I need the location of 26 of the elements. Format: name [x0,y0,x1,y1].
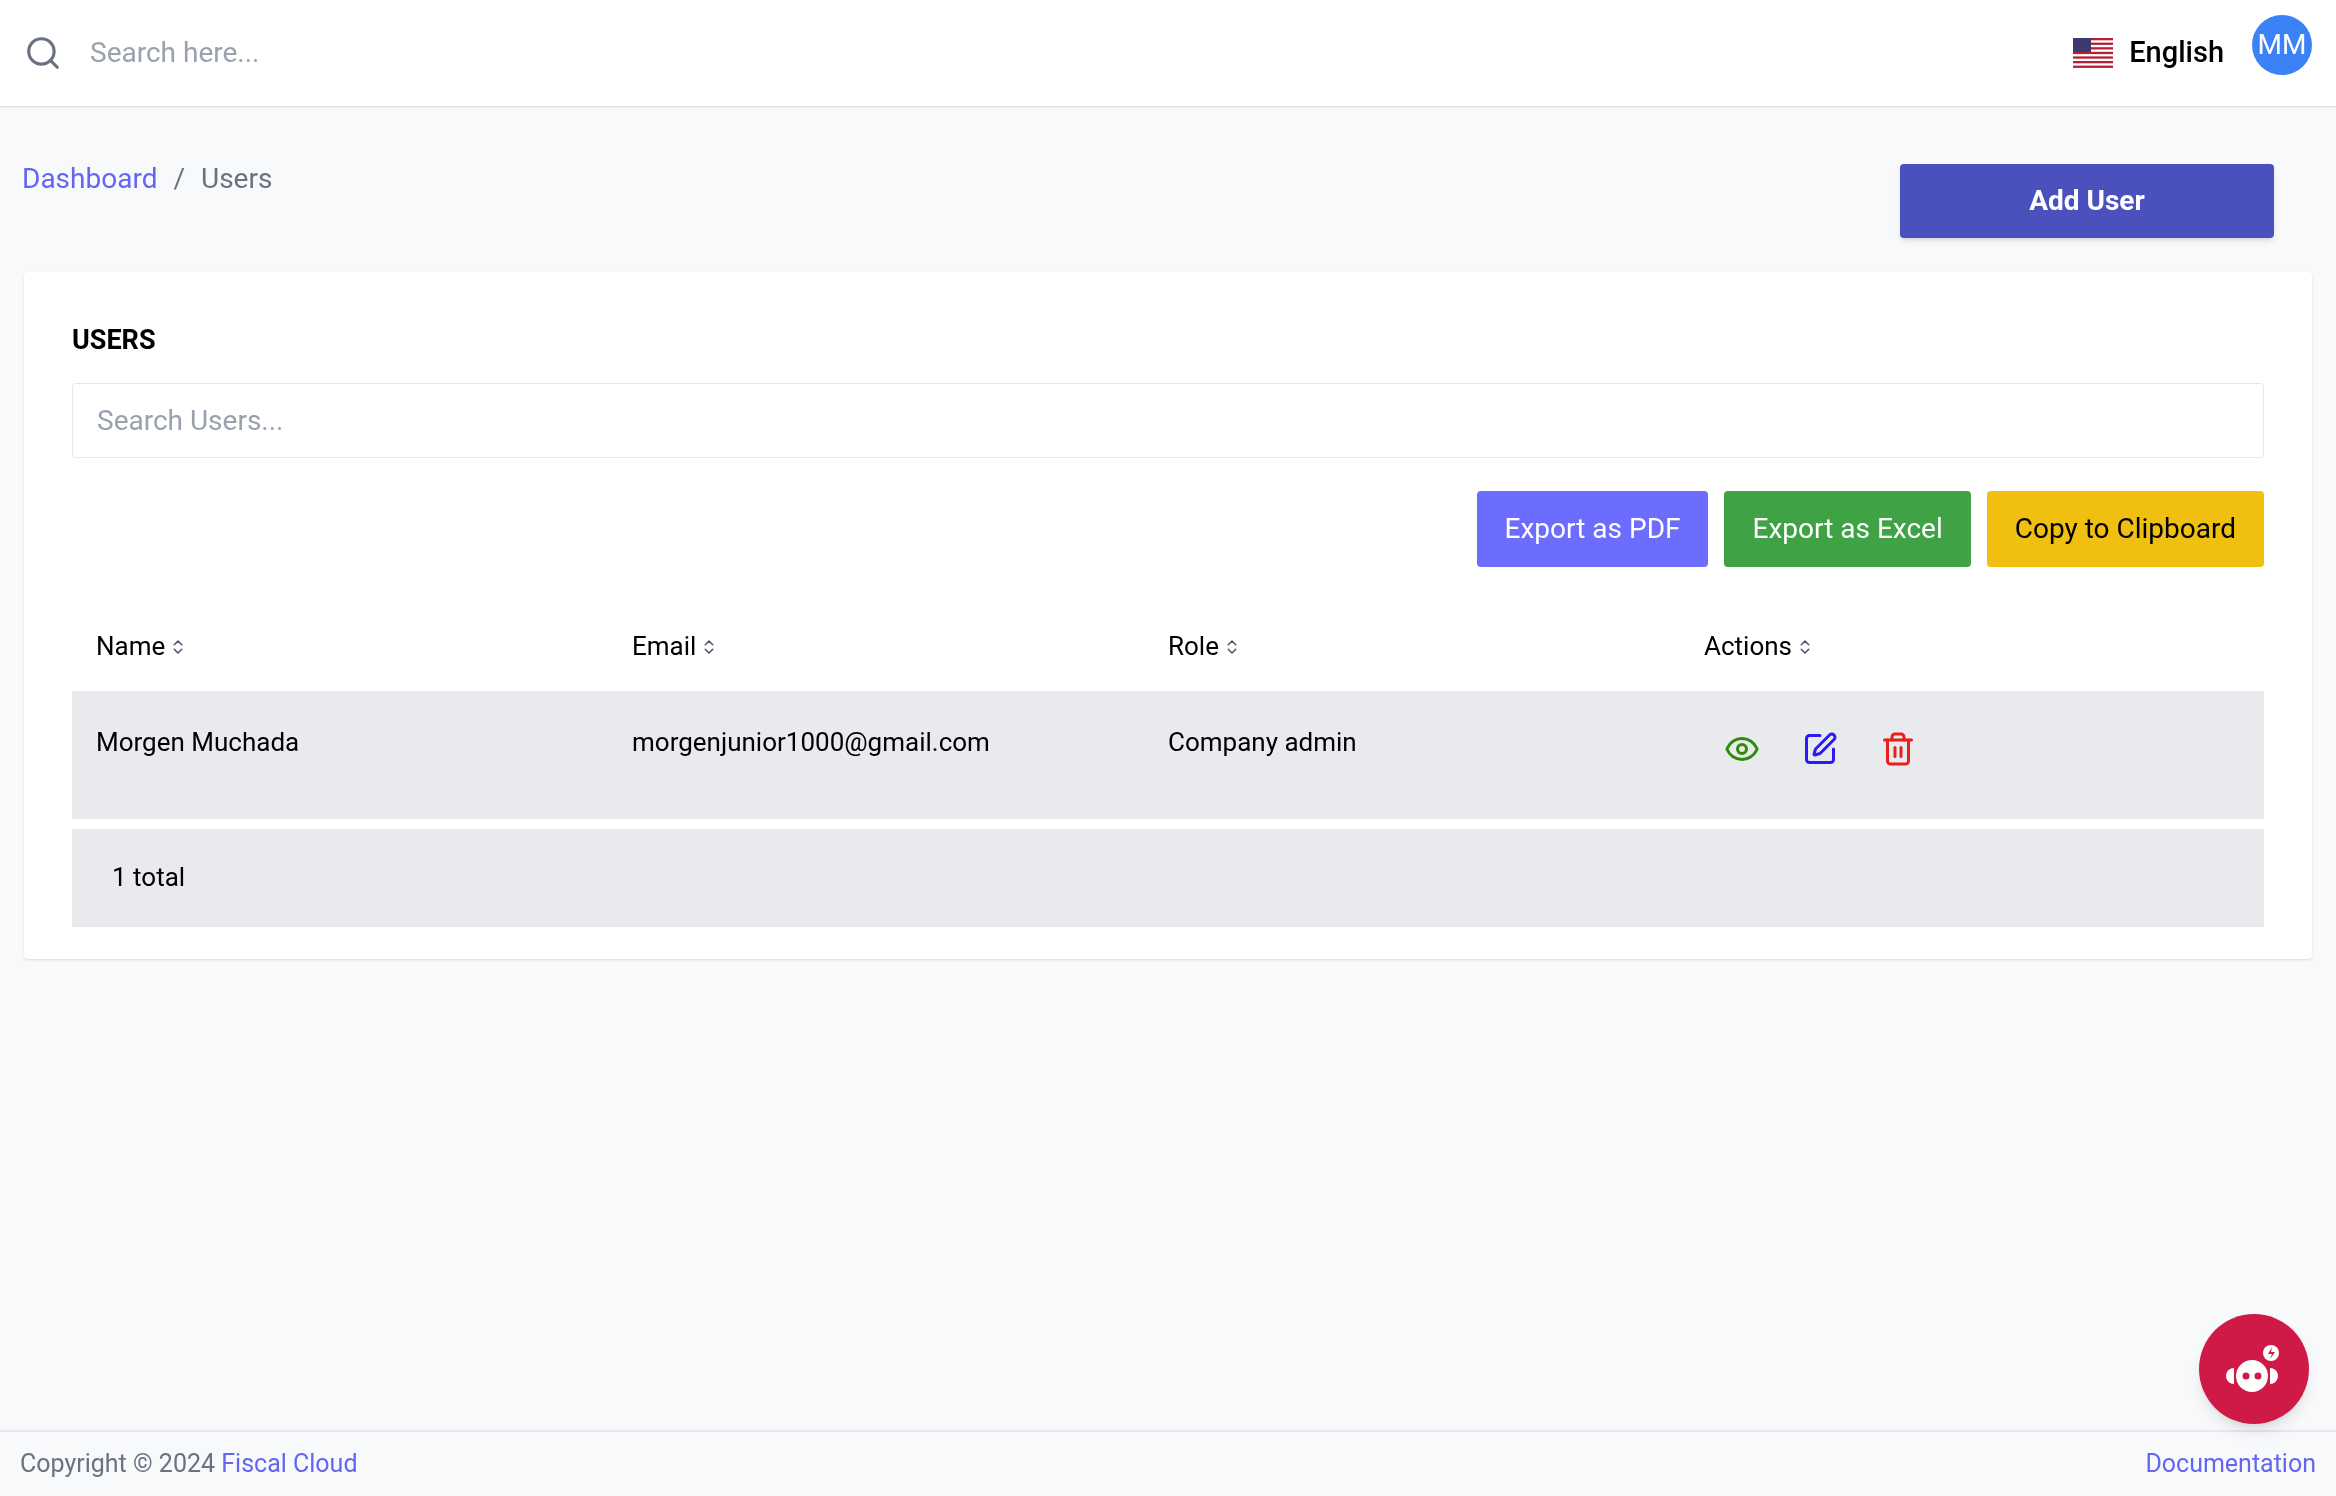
table-cell-text: Morgen Muchada [96,725,301,759]
add-user-button[interactable]: Add User [1900,164,2274,238]
column-header[interactable]: Actions [1704,627,1792,666]
table-cell-text: Company admin [1168,725,1358,759]
user-avatar[interactable]: MM [2252,15,2312,75]
breadcrumb-link[interactable]: Dashboard [22,158,158,200]
total-count: 1 total [112,861,186,894]
flag-icon [2073,38,2114,68]
column-header[interactable]: Email [632,627,697,666]
users-search-field[interactable]: Search Users... [72,382,2264,458]
copyright-text: Copyright © 2024 Fiscal Cloud [20,1448,358,1480]
search-field[interactable]: Search here... [90,32,690,74]
language-label[interactable]: English [2129,31,2224,75]
search-icon [24,34,62,72]
column-header[interactable]: Role [1168,627,1219,666]
breadcrumb-separator: / [172,161,186,197]
documentation-link[interactable]: Documentation [2145,1447,2316,1481]
delete-icon[interactable] [1880,730,1916,767]
export-button[interactable]: Copy to Clipboard [1986,490,2264,567]
column-header[interactable]: Name [96,627,166,666]
breadcrumb-current: Users [201,161,273,197]
table-cell-text: morgenjunior1000@gmail.com [632,725,991,759]
export-button[interactable]: Export as PDF [1476,490,1709,567]
card-title: USERS [72,323,157,358]
edit-icon[interactable] [1802,730,1838,767]
brand-link[interactable]: Fiscal Cloud [221,1449,358,1478]
